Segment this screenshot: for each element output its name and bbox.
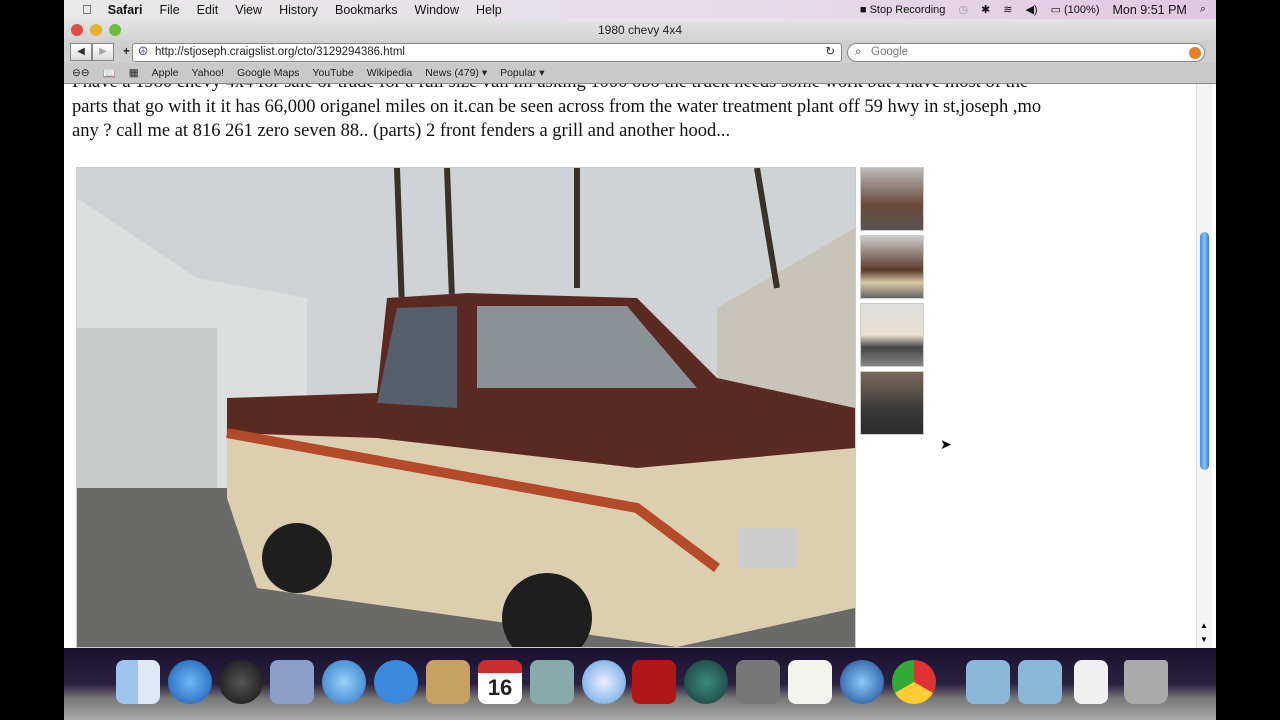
facetime-icon[interactable] [374,660,418,704]
volume-icon[interactable]: ◀) [1025,3,1037,16]
top-sites-icon[interactable]: ▦ [129,67,139,79]
vertical-scrollbar[interactable]: ▲ ▼ [1196,84,1212,648]
bookmark-youtube[interactable]: YouTube [312,67,353,79]
menu-view[interactable]: View [235,3,262,17]
battery-status[interactable]: ▭ (100%) [1051,3,1100,16]
site-favicon-icon: ☮ [138,46,149,58]
menu-help[interactable]: Help [476,3,502,17]
applications-folder-icon[interactable] [966,660,1010,704]
address-bar[interactable]: + ☮ http://stjoseph.craigslist.org/cto/3… [123,43,842,62]
dashboard-icon[interactable] [219,660,263,704]
textedit-icon[interactable] [788,660,832,704]
bookmark-apple[interactable]: Apple [152,67,179,79]
photo-thumbnail-1[interactable] [860,167,924,231]
trash-icon[interactable] [1124,660,1168,704]
forward-button[interactable]: ▶ [92,43,114,61]
scroll-up-arrow[interactable]: ▲ [1200,621,1208,630]
scroll-down-arrow[interactable]: ▼ [1200,635,1208,644]
reload-button[interactable]: ↻ [825,44,835,61]
add-bookmark-button[interactable]: + [123,44,130,61]
bookmark-google-maps[interactable]: Google Maps [237,67,299,79]
bookmark-news[interactable]: News (479) ▾ [425,67,487,79]
mouse-cursor-icon: ➤ [940,436,952,452]
photo-thumbnail-3[interactable] [860,303,924,367]
wifi-icon[interactable]: ≋ [1003,3,1012,16]
minimize-window-button[interactable] [90,24,102,36]
toolbar: ◀ ▶ + ☮ http://stjoseph.craigslist.org/c… [64,41,1216,63]
photo-thumbnail-2[interactable] [860,235,924,299]
menu-file[interactable]: File [160,3,180,17]
documents-folder-icon[interactable] [1018,660,1062,704]
bookmark-popular[interactable]: Popular ▾ [500,67,544,79]
back-button[interactable]: ◀ [70,43,92,61]
screen:  Safari File Edit View History Bookmark… [64,0,1216,720]
chrome-icon[interactable] [892,660,936,704]
photo-thumbnail-4[interactable] [860,371,924,435]
time-machine-icon[interactable]: ◷ [958,3,968,16]
dock: 16 [64,648,1216,720]
clock[interactable]: Mon 9:51 PM [1112,3,1186,17]
battery-percent: (100%) [1064,4,1100,16]
search-icon: ⌕ [855,46,862,58]
close-window-button[interactable] [71,24,83,36]
bluetooth-icon[interactable]: ✱ [981,3,990,16]
bookmarks-bar: ⊖⊖ 📖 ▦ Apple Yahoo! Google Maps YouTube … [64,63,1216,84]
search-placeholder: Google [871,46,909,58]
finder-icon[interactable] [116,660,160,704]
ical-icon[interactable]: 16 [478,660,522,704]
posting-description: I have a 1980 chevy 4x4 for sale or trad… [72,84,1192,144]
iphoto-icon[interactable] [530,660,574,704]
window-title-bar: 1980 chevy 4x4 [64,19,1216,41]
time-machine-dock-icon[interactable] [684,660,728,704]
itunes-icon[interactable] [582,660,626,704]
description-line: I have a 1980 chevy 4x4 for sale or trad… [72,84,1192,95]
description-line: any ? call me at 816 261 zero seven 88..… [72,121,731,141]
safari-icon[interactable] [322,660,366,704]
zoom-window-button[interactable] [109,24,121,36]
address-book-icon[interactable] [426,660,470,704]
stop-recording-item[interactable]: ■ Stop Recording [860,4,946,16]
photo-booth-icon[interactable] [632,660,676,704]
scrollbar-thumb[interactable] [1200,232,1209,470]
menu-edit[interactable]: Edit [197,3,219,17]
url-text: http://stjoseph.craigslist.org/cto/31292… [155,46,405,58]
description-line: parts that go with it it has 66,000 orig… [72,96,1042,117]
page-content: I have a 1980 chevy 4x4 for sale or trad… [64,84,1216,648]
bookmark-wikipedia[interactable]: Wikipedia [367,67,413,79]
system-preferences-icon[interactable] [736,660,780,704]
quicktime-icon[interactable] [840,660,884,704]
menu-bar:  Safari File Edit View History Bookmark… [64,0,1216,19]
menu-history[interactable]: History [279,3,318,17]
spotlight-icon[interactable]: ⌕ [1200,3,1206,16]
bookmarks-book-icon[interactable]: 📖 [103,67,116,80]
app-store-icon[interactable] [168,660,212,704]
reading-list-icon[interactable]: ⊖⊖ [72,67,90,79]
bookmark-yahoo[interactable]: Yahoo! [191,67,224,79]
apple-menu-icon[interactable]:  [82,2,92,17]
menu-bookmarks[interactable]: Bookmarks [335,3,398,17]
mail-icon[interactable] [270,660,314,704]
stop-recording-label: Stop Recording [869,3,946,16]
main-truck-photo[interactable] [76,167,856,648]
snapback-icon[interactable] [1189,47,1201,59]
file-icon[interactable] [1074,660,1108,704]
menu-safari[interactable]: Safari [108,3,143,17]
window-title: 1980 chevy 4x4 [597,23,683,37]
search-field[interactable]: ⌕ Google [847,43,1205,62]
menu-window[interactable]: Window [415,3,459,17]
